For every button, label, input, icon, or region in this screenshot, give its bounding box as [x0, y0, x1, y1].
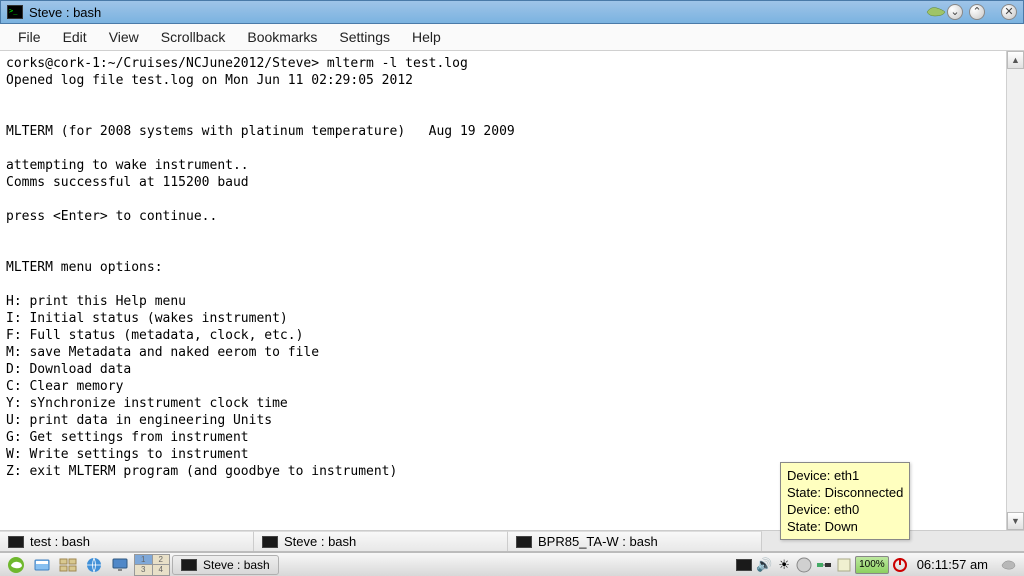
terminal-app-icon — [7, 5, 23, 19]
start-menu-button[interactable] — [4, 554, 28, 576]
close-button[interactable]: ✕ — [1001, 4, 1017, 20]
terminal-tab-label: Steve : bash — [284, 534, 356, 549]
battery-percent: 100% — [859, 559, 885, 570]
brightness-icon[interactable]: ☀ — [775, 556, 793, 574]
scrollbar[interactable]: ▲ ▼ — [1006, 51, 1024, 530]
updates-icon[interactable] — [795, 556, 813, 574]
workspace-2[interactable]: 2 — [153, 555, 170, 565]
power-icon[interactable] — [891, 556, 909, 574]
workspace-1[interactable]: 1 — [135, 555, 152, 565]
terminal-icon — [181, 559, 197, 571]
volume-icon[interactable]: 🔊 — [755, 556, 773, 574]
suse-gecko-corner-icon[interactable] — [996, 554, 1020, 576]
minimize-button[interactable]: ⌄ — [947, 4, 963, 20]
terminal-tab-3[interactable]: BPR85_TA-W : bash — [508, 531, 762, 551]
workspace-switcher[interactable]: 1 2 3 4 — [134, 554, 170, 576]
menu-file[interactable]: File — [8, 26, 51, 48]
browser-icon[interactable] — [82, 554, 106, 576]
tray-terminal-icon[interactable] — [735, 556, 753, 574]
terminal-tab-label: test : bash — [30, 534, 90, 549]
workspace-3[interactable]: 3 — [135, 565, 152, 575]
window-controls: ⌄ ⌃ ✕ — [947, 4, 1017, 20]
monitor-icon[interactable] — [108, 554, 132, 576]
terminal-output[interactable]: corks@cork-1:~/Cruises/NCJune2012/Steve>… — [0, 51, 1006, 530]
taskbar: 1 2 3 4 Steve : bash 🔊 ☀ 100% 06:11:57 a… — [0, 552, 1024, 576]
taskbar-task-label: Steve : bash — [203, 558, 270, 572]
menu-bookmarks[interactable]: Bookmarks — [237, 26, 327, 48]
maximize-button[interactable]: ⌃ — [969, 4, 985, 20]
menu-view[interactable]: View — [99, 26, 149, 48]
battery-indicator[interactable]: 100% — [855, 556, 889, 574]
menu-settings[interactable]: Settings — [329, 26, 400, 48]
scroll-up-button[interactable]: ▲ — [1007, 51, 1024, 69]
menubar: File Edit View Scrollback Bookmarks Sett… — [0, 24, 1024, 51]
taskbar-task[interactable]: Steve : bash — [172, 555, 279, 575]
terminal-tab-2[interactable]: Steve : bash — [254, 531, 508, 551]
tray-app-icon[interactable] — [835, 556, 853, 574]
menu-help[interactable]: Help — [402, 26, 451, 48]
window-title: Steve : bash — [29, 5, 917, 20]
terminal-icon — [262, 536, 278, 548]
clock[interactable]: 06:11:57 am — [911, 557, 994, 572]
tooltip-line: State: Down — [787, 518, 903, 535]
terminal-tab-1[interactable]: test : bash — [0, 531, 254, 551]
tooltip-line: State: Disconnected — [787, 484, 903, 501]
terminal-container: corks@cork-1:~/Cruises/NCJune2012/Steve>… — [0, 51, 1024, 530]
menu-edit[interactable]: Edit — [53, 26, 97, 48]
suse-gecko-icon — [925, 4, 947, 20]
show-desktop-icon[interactable] — [56, 554, 80, 576]
terminal-icon — [8, 536, 24, 548]
workspace-4[interactable]: 4 — [153, 565, 170, 575]
network-icon[interactable] — [815, 556, 833, 574]
tooltip-line: Device: eth0 — [787, 501, 903, 518]
scroll-down-button[interactable]: ▼ — [1007, 512, 1024, 530]
terminal-icon — [516, 536, 532, 548]
menu-scrollback[interactable]: Scrollback — [151, 26, 236, 48]
system-tray: 🔊 ☀ 100% — [735, 556, 909, 574]
network-tooltip: Device: eth1 State: Disconnected Device:… — [780, 462, 910, 540]
terminal-tab-label: BPR85_TA-W : bash — [538, 534, 658, 549]
file-manager-icon[interactable] — [30, 554, 54, 576]
window-titlebar: Steve : bash ⌄ ⌃ ✕ — [0, 0, 1024, 24]
tooltip-line: Device: eth1 — [787, 467, 903, 484]
